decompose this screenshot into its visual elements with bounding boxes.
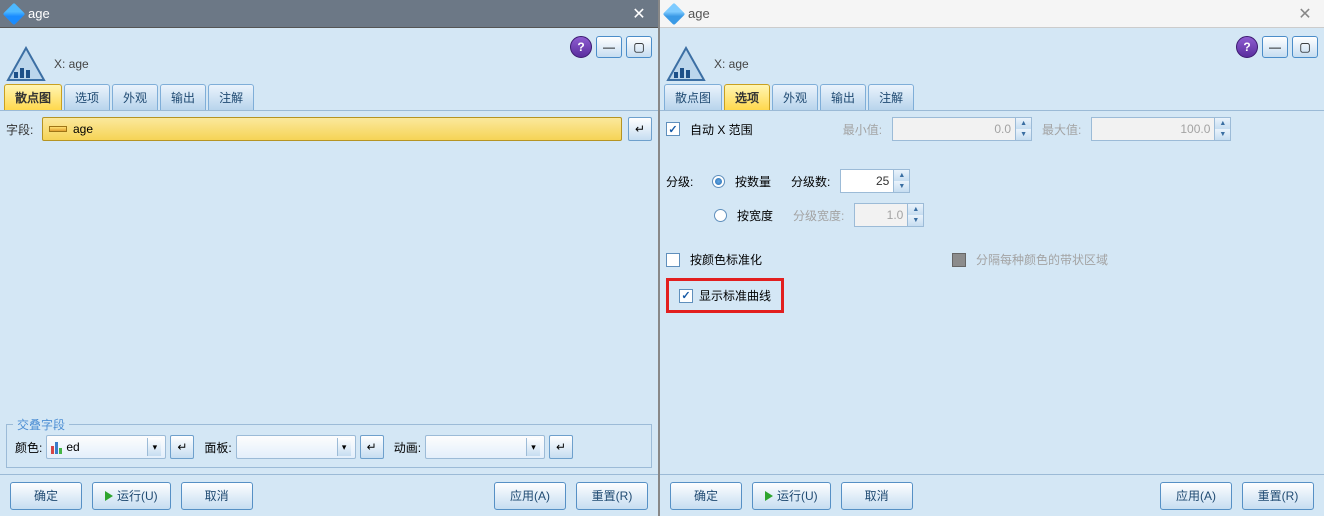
overlay-fields-group: 交叠字段 颜色: ed ▾ ↵ 面板: ▾ ↵ xyxy=(6,424,652,468)
by-count-radio[interactable] xyxy=(712,175,725,188)
animation-combo[interactable]: ▾ xyxy=(425,435,545,459)
spinner[interactable]: ▲▼ xyxy=(1015,118,1031,140)
color-label: 颜色: xyxy=(15,439,42,456)
tab-options[interactable]: 选项 xyxy=(64,84,110,110)
normalize-by-color-checkbox[interactable] xyxy=(666,253,680,267)
gem-icon xyxy=(3,2,26,25)
ok-button[interactable]: 确定 xyxy=(670,482,742,510)
reset-button[interactable]: 重置(R) xyxy=(576,482,648,510)
chart-logo-icon xyxy=(666,46,706,82)
spinner[interactable]: ▲▼ xyxy=(907,204,923,226)
color-combo[interactable]: ed ▾ xyxy=(46,435,166,459)
panel-picker-button[interactable]: ↵ xyxy=(360,435,384,459)
panel-combo[interactable]: ▾ xyxy=(236,435,356,459)
reset-button[interactable]: 重置(R) xyxy=(1242,482,1314,510)
apply-button[interactable]: 应用(A) xyxy=(1160,482,1232,510)
minimize-button[interactable]: — xyxy=(1262,36,1288,58)
grade-label: 分级: xyxy=(666,173,702,190)
chevron-down-icon[interactable]: ▾ xyxy=(147,438,161,456)
by-count-label: 按数量 xyxy=(735,173,771,190)
minimize-button[interactable]: — xyxy=(596,36,622,58)
titlebar: age ✕ xyxy=(660,0,1324,28)
overlay-legend: 交叠字段 xyxy=(13,416,69,433)
by-width-label: 按宽度 xyxy=(737,207,773,224)
close-icon[interactable]: ✕ xyxy=(626,4,652,24)
color-value: ed xyxy=(66,440,79,454)
chart-logo-icon xyxy=(6,46,46,82)
tab-annotations[interactable]: 注解 xyxy=(208,84,254,110)
field-label: 字段: xyxy=(6,121,36,138)
tab-bar: 散点图 选项 外观 输出 注解 xyxy=(0,84,658,110)
window-title: age xyxy=(688,6,710,21)
play-icon xyxy=(105,491,113,501)
max-label: 最大值: xyxy=(1042,121,1081,138)
tab-scatter[interactable]: 散点图 xyxy=(4,84,62,110)
chevron-down-icon[interactable]: ▾ xyxy=(337,438,351,456)
spinner[interactable]: ▲▼ xyxy=(893,170,909,192)
binwidth-label: 分级宽度: xyxy=(793,207,844,224)
field-value: age xyxy=(73,122,93,136)
tab-output[interactable]: 输出 xyxy=(820,84,866,110)
tab-appearance[interactable]: 外观 xyxy=(112,84,158,110)
chevron-down-icon[interactable]: ▾ xyxy=(526,438,540,456)
maximize-button[interactable]: ▢ xyxy=(1292,36,1318,58)
min-label: 最小值: xyxy=(843,121,882,138)
content-pane: 自动 X 范围 最小值: 0.0 ▲▼ 最大值: 100.0 ▲▼ 分级: 按数… xyxy=(660,110,1324,474)
apply-button[interactable]: 应用(A) xyxy=(494,482,566,510)
window-title: age xyxy=(28,6,50,21)
spinner[interactable]: ▲▼ xyxy=(1214,118,1230,140)
animation-label: 动画: xyxy=(394,439,421,456)
cancel-button[interactable]: 取消 xyxy=(841,482,913,510)
cancel-button[interactable]: 取消 xyxy=(181,482,253,510)
by-width-radio[interactable] xyxy=(714,209,727,222)
auto-x-range-label: 自动 X 范围 xyxy=(690,121,753,138)
content-pane: 字段: age ↵ 交叠字段 颜色: ed ▾ ↵ xyxy=(0,110,658,474)
tab-bar: 散点图 选项 外观 输出 注解 xyxy=(660,84,1324,110)
binwidth-input: 1.0 ▲▼ xyxy=(854,203,924,227)
dialog-right: age ✕ X: age ? — ▢ 散点图 选项 外观 输出 注解 xyxy=(660,0,1324,516)
field-input[interactable]: age xyxy=(42,117,622,141)
dialog-left: age ✕ X: age ? — ▢ 散点图 选项 外观 输出 注解 xyxy=(0,0,660,516)
help-button[interactable]: ? xyxy=(570,36,592,58)
panel-label: 面板: xyxy=(204,439,231,456)
normalize-by-color-label: 按颜色标准化 xyxy=(690,251,762,268)
x-axis-label: X: age xyxy=(714,57,749,71)
bins-label: 分级数: xyxy=(791,173,830,190)
tab-appearance[interactable]: 外观 xyxy=(772,84,818,110)
bottom-bar: 确定 运行(U) 取消 应用(A) 重置(R) xyxy=(0,474,658,516)
split-strip-checkbox xyxy=(952,253,966,267)
color-picker-button[interactable]: ↵ xyxy=(170,435,194,459)
auto-x-range-checkbox[interactable] xyxy=(666,122,680,136)
x-axis-label: X: age xyxy=(54,57,89,71)
tab-annotations[interactable]: 注解 xyxy=(868,84,914,110)
help-button[interactable]: ? xyxy=(1236,36,1258,58)
close-icon[interactable]: ✕ xyxy=(1292,4,1318,24)
ok-button[interactable]: 确定 xyxy=(10,482,82,510)
min-input: 0.0 ▲▼ xyxy=(892,117,1032,141)
animation-picker-button[interactable]: ↵ xyxy=(549,435,573,459)
tab-options[interactable]: 选项 xyxy=(724,84,770,110)
split-strip-label: 分隔每种颜色的带状区域 xyxy=(976,251,1108,268)
show-std-curve-checkbox[interactable] xyxy=(679,289,693,303)
maximize-button[interactable]: ▢ xyxy=(626,36,652,58)
play-icon xyxy=(765,491,773,501)
show-std-curve-label: 显示标准曲线 xyxy=(699,287,771,304)
bar-icon xyxy=(51,440,62,454)
bottom-bar: 确定 运行(U) 取消 应用(A) 重置(R) xyxy=(660,474,1324,516)
run-button[interactable]: 运行(U) xyxy=(752,482,831,510)
header: X: age ? — ▢ xyxy=(0,28,658,84)
max-input: 100.0 ▲▼ xyxy=(1091,117,1231,141)
highlight-box: 显示标准曲线 xyxy=(666,278,784,313)
tab-scatter[interactable]: 散点图 xyxy=(664,84,722,110)
titlebar: age ✕ xyxy=(0,0,658,28)
header: X: age ? — ▢ xyxy=(660,28,1324,84)
field-picker-button[interactable]: ↵ xyxy=(628,117,652,141)
bins-input[interactable]: 25 ▲▼ xyxy=(840,169,910,193)
run-button[interactable]: 运行(U) xyxy=(92,482,171,510)
ruler-icon xyxy=(49,126,67,132)
gem-icon xyxy=(663,2,686,25)
tab-output[interactable]: 输出 xyxy=(160,84,206,110)
